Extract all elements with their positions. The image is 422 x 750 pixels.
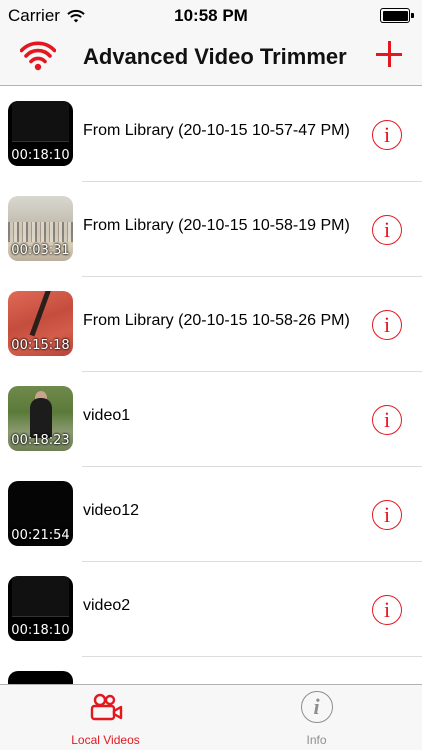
status-bar: Carrier 10:58 PM (0, 0, 422, 32)
video-duration: 00:21:54 (11, 528, 70, 543)
info-icon[interactable]: i (372, 405, 402, 435)
video-duration: 00:03:31 (11, 243, 70, 258)
tab-label: Local Videos (71, 733, 140, 747)
video-row[interactable]: 00:18:10 video2 i (0, 562, 422, 657)
video-title: From Library (20-10-15 10-58-19 PM) (83, 217, 350, 234)
video-duration: 00:15:18 (11, 338, 70, 353)
info-icon[interactable]: i (372, 500, 402, 530)
info-icon[interactable]: i (372, 215, 402, 245)
video-title: video12 (83, 502, 140, 519)
video-duration: 00:18:23 (11, 433, 70, 448)
thumbnail-frame (12, 101, 69, 142)
navigation-bar: Advanced Video Trimmer (0, 32, 422, 86)
video-title: From Library (20-10-15 10-58-26 PM) (83, 312, 350, 329)
video-title: video1 (83, 407, 131, 424)
status-time: 10:58 PM (174, 6, 248, 25)
info-icon[interactable]: i (372, 120, 402, 150)
tab-bar: Local Videos i Info (0, 684, 422, 750)
video-thumbnail (8, 671, 73, 684)
video-title: From Library (20-10-15 10-57-47 PM) (83, 122, 350, 139)
video-title: video2 (83, 597, 131, 614)
video-duration: 00:18:10 (11, 148, 70, 163)
info-icon[interactable]: i (372, 310, 402, 340)
video-duration: 00:18:10 (11, 623, 70, 638)
video-camera-icon (90, 693, 122, 721)
video-row[interactable]: 00:03:31 From Library (20-10-15 10-58-19… (0, 182, 422, 277)
video-list[interactable]: 00:18:10 From Library (20-10-15 10-57-47… (0, 87, 422, 684)
info-icon: i (300, 691, 333, 723)
tab-info[interactable]: i Info (211, 685, 422, 750)
battery-icon (380, 8, 414, 23)
video-row[interactable]: 00:18:10 From Library (20-10-15 10-57-47… (0, 87, 422, 182)
tab-local-videos[interactable]: Local Videos (0, 685, 211, 750)
thumbnail-scene (29, 291, 52, 337)
video-row[interactable]: 00:21:54 video12 i (0, 467, 422, 562)
page-title: Advanced Video Trimmer (83, 44, 347, 69)
thumbnail-scene (8, 222, 73, 242)
video-row[interactable]: 00:18:23 video1 i (0, 372, 422, 467)
tab-label: Info (306, 733, 327, 747)
wifi-icon[interactable] (20, 40, 56, 76)
video-thumbnail: 00:18:10 (8, 101, 73, 166)
info-icon[interactable]: i (372, 595, 402, 625)
thumbnail-scene (30, 398, 52, 438)
video-row[interactable] (0, 657, 422, 684)
video-thumbnail: 00:03:31 (8, 196, 73, 261)
video-row[interactable]: 00:15:18 From Library (20-10-15 10-58-26… (0, 277, 422, 372)
add-video-button[interactable] (376, 41, 402, 67)
video-thumbnail: 00:18:10 (8, 576, 73, 641)
thumbnail-frame (12, 576, 69, 617)
video-thumbnail: 00:18:23 (8, 386, 73, 451)
video-thumbnail: 00:21:54 (8, 481, 73, 546)
video-thumbnail: 00:15:18 (8, 291, 73, 356)
